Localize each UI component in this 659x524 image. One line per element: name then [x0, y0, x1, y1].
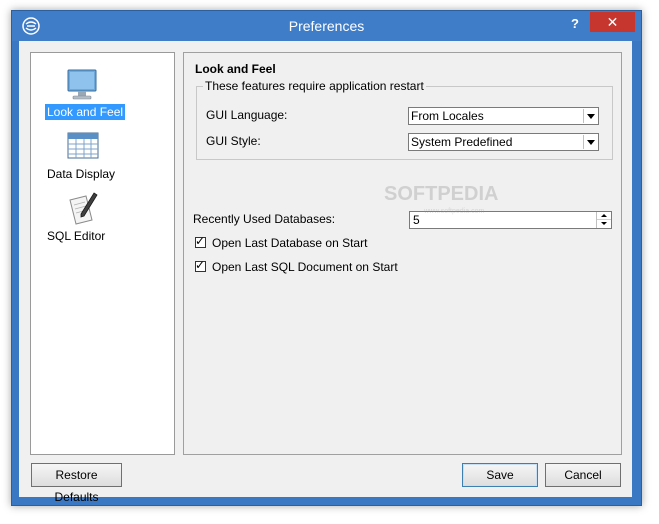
restart-required-group: These features require application resta… [196, 79, 613, 160]
nav-item-label: Data Display [47, 167, 116, 181]
nav-item-label: Look and Feel [45, 104, 126, 120]
gui-style-dropdown[interactable]: System Predefined [408, 133, 599, 151]
spin-down-icon[interactable] [597, 220, 611, 228]
watermark: SOFTPEDIA [384, 183, 499, 205]
chevron-down-icon[interactable] [583, 109, 597, 123]
checkmark-icon: ✓ [195, 234, 206, 248]
pen-document-icon [69, 192, 98, 225]
chevron-down-icon[interactable] [583, 135, 597, 149]
spin-buttons [596, 212, 611, 228]
section-title: Look and Feel [195, 62, 276, 76]
gui-style-value: System Predefined [411, 135, 513, 149]
gui-language-dropdown[interactable]: From Locales [408, 107, 599, 125]
nav-item-label: SQL Editor [47, 229, 106, 243]
gui-language-label: GUI Language: [206, 108, 288, 122]
open-last-database-checkbox[interactable]: ✓ [195, 234, 206, 248]
group-legend: These features require application resta… [203, 79, 426, 93]
gui-language-value: From Locales [411, 109, 484, 123]
recent-databases-spinbox[interactable]: 5 [409, 211, 612, 229]
settings-panel: Look and Feel These features require app… [183, 52, 622, 455]
gui-style-label: GUI Style: [206, 134, 261, 148]
close-button[interactable]: ✕ [590, 12, 635, 32]
preferences-window: Preferences ? ✕ Look and Feel Data Displ… [11, 10, 642, 506]
dialog-client-area: Look and Feel Data Display SQL Editor Lo… [19, 41, 632, 504]
cancel-button[interactable]: Cancel [545, 463, 621, 487]
save-button[interactable]: Save [462, 463, 538, 487]
monitor-icon [67, 69, 97, 100]
nav-item-sql-editor[interactable]: SQL Editor [31, 192, 174, 252]
nav-item-data-display[interactable]: Data Display [31, 130, 174, 190]
open-last-database-label: Open Last Database on Start [212, 236, 368, 250]
open-last-sql-checkbox[interactable]: ✓ [195, 258, 206, 272]
help-button[interactable]: ? [565, 15, 585, 33]
nav-item-look-and-feel[interactable]: Look and Feel [31, 68, 174, 128]
recent-databases-label: Recently Used Databases: [193, 212, 336, 226]
category-list: Look and Feel Data Display SQL Editor [30, 52, 175, 455]
restore-defaults-button[interactable]: Restore Defaults [31, 463, 122, 504]
spin-up-icon[interactable] [597, 212, 611, 220]
open-last-sql-label: Open Last SQL Document on Start [212, 260, 398, 274]
title-bar[interactable]: Preferences ? ✕ [12, 11, 641, 41]
checkmark-icon: ✓ [195, 258, 206, 272]
window-title: Preferences [288, 18, 365, 34]
recent-databases-value: 5 [413, 213, 420, 227]
table-grid-icon [67, 132, 99, 159]
